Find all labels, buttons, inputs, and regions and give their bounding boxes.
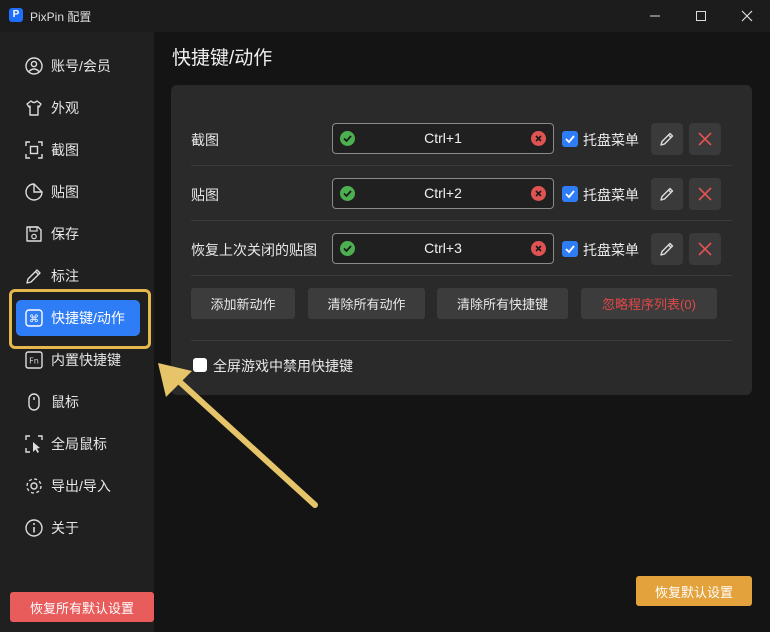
add-action-button[interactable]: 添加新动作 bbox=[191, 288, 295, 319]
sticker-icon bbox=[24, 182, 44, 202]
check-circle-icon bbox=[340, 186, 355, 201]
close-button[interactable] bbox=[724, 0, 770, 32]
screenshot-icon bbox=[24, 140, 44, 160]
edit-button[interactable] bbox=[651, 178, 683, 210]
tray-menu-label: 托盘菜单 bbox=[583, 187, 639, 203]
close-icon bbox=[698, 132, 712, 146]
shortcut-key-field[interactable]: Ctrl+3 bbox=[332, 233, 554, 264]
clear-icon[interactable] bbox=[531, 241, 546, 256]
row-divider bbox=[191, 275, 732, 276]
window-title: PixPin 配置 bbox=[30, 10, 92, 24]
highlight-box bbox=[9, 289, 151, 349]
shortcuts-panel: 截图 Ctrl+1 托盘菜单 贴图 Ctrl+2 托盘菜单 恢复上次关闭的贴图 … bbox=[171, 85, 752, 395]
sidebar-item-about[interactable]: 关于 bbox=[16, 510, 140, 546]
app-logo-icon: P bbox=[9, 8, 23, 22]
delete-button[interactable] bbox=[689, 233, 721, 265]
fn-key-icon: Fn bbox=[24, 350, 44, 370]
sidebar-item-label: 导出/导入 bbox=[51, 478, 111, 494]
close-icon bbox=[698, 187, 712, 201]
page-title: 快捷键/动作 bbox=[172, 48, 273, 69]
row-divider bbox=[191, 340, 732, 341]
shortcut-key-field[interactable]: Ctrl+2 bbox=[332, 178, 554, 209]
sidebar-item-appearance[interactable]: 外观 bbox=[16, 90, 140, 126]
svg-text:Fn: Fn bbox=[29, 357, 39, 366]
sidebar-item-label: 全局鼠标 bbox=[51, 436, 107, 452]
tray-menu-checkbox[interactable] bbox=[562, 241, 578, 257]
info-icon bbox=[24, 518, 44, 538]
gear-icon bbox=[24, 476, 44, 496]
delete-button[interactable] bbox=[689, 178, 721, 210]
shortcut-key-value: Ctrl+1 bbox=[424, 130, 462, 146]
reset-all-button[interactable]: 恢复所有默认设置 bbox=[10, 592, 154, 622]
sidebar-item-label: 关于 bbox=[51, 520, 79, 536]
sidebar-item-label: 内置快捷键 bbox=[51, 352, 121, 368]
tray-menu-label: 托盘菜单 bbox=[583, 242, 639, 258]
sidebar-item-screenshot[interactable]: 截图 bbox=[16, 132, 140, 168]
sidebar-item-account[interactable]: 账号/会员 bbox=[16, 48, 140, 84]
shortcut-key-field[interactable]: Ctrl+1 bbox=[332, 123, 554, 154]
tray-menu-checkbox[interactable] bbox=[562, 186, 578, 202]
close-icon bbox=[741, 10, 753, 22]
title-bar: P PixPin 配置 bbox=[0, 0, 770, 32]
sidebar-item-label: 账号/会员 bbox=[51, 58, 111, 74]
shortcut-key-value: Ctrl+2 bbox=[424, 185, 462, 201]
main-content: 快捷键/动作 截图 Ctrl+1 托盘菜单 贴图 Ctrl+2 托盘菜单 恢复上… bbox=[154, 32, 770, 632]
save-icon bbox=[24, 224, 44, 244]
clear-icon[interactable] bbox=[531, 131, 546, 146]
annotation-arrow bbox=[158, 363, 318, 508]
sidebar-item-label: 贴图 bbox=[51, 184, 79, 200]
edit-button[interactable] bbox=[651, 233, 683, 265]
tray-menu-checkbox[interactable] bbox=[562, 131, 578, 147]
sidebar-item-global-mouse[interactable]: 全局鼠标 bbox=[16, 426, 140, 462]
sidebar-item-label: 截图 bbox=[51, 142, 79, 158]
pencil-icon bbox=[660, 242, 674, 256]
sidebar-item-mouse[interactable]: 鼠标 bbox=[16, 384, 140, 420]
pencil-icon bbox=[24, 266, 44, 286]
tray-menu-label: 托盘菜单 bbox=[583, 132, 639, 148]
row-divider bbox=[191, 220, 732, 221]
ignore-list-button[interactable]: 忽略程序列表(0) bbox=[581, 288, 717, 319]
maximize-icon bbox=[696, 11, 706, 21]
shortcut-label: 恢复上次关闭的贴图 bbox=[191, 242, 317, 258]
minimize-icon bbox=[650, 15, 660, 17]
reset-default-button[interactable]: 恢复默认设置 bbox=[636, 576, 752, 606]
mouse-icon bbox=[24, 392, 44, 412]
sidebar-item-pin[interactable]: 贴图 bbox=[16, 174, 140, 210]
sidebar-item-save[interactable]: 保存 bbox=[16, 216, 140, 252]
check-circle-icon bbox=[340, 131, 355, 146]
shortcut-label: 截图 bbox=[191, 132, 219, 148]
sidebar-item-label: 外观 bbox=[51, 100, 79, 116]
close-icon bbox=[698, 242, 712, 256]
shirt-icon bbox=[24, 98, 44, 118]
delete-button[interactable] bbox=[689, 123, 721, 155]
sidebar-item-export-import[interactable]: 导出/导入 bbox=[16, 468, 140, 504]
sidebar-item-label: 保存 bbox=[51, 226, 79, 242]
maximize-button[interactable] bbox=[678, 0, 724, 32]
pencil-icon bbox=[660, 187, 674, 201]
sidebar-item-label: 标注 bbox=[51, 268, 79, 284]
user-icon bbox=[24, 56, 44, 76]
edit-button[interactable] bbox=[651, 123, 683, 155]
shortcut-key-value: Ctrl+3 bbox=[424, 240, 462, 256]
clear-actions-button[interactable]: 清除所有动作 bbox=[308, 288, 425, 319]
clear-shortcuts-button[interactable]: 清除所有快捷键 bbox=[437, 288, 568, 319]
clear-icon[interactable] bbox=[531, 186, 546, 201]
row-divider bbox=[191, 165, 732, 166]
check-circle-icon bbox=[340, 241, 355, 256]
cursor-icon bbox=[24, 434, 44, 454]
pencil-icon bbox=[660, 132, 674, 146]
sidebar-item-label: 鼠标 bbox=[51, 394, 79, 410]
shortcut-label: 贴图 bbox=[191, 187, 219, 203]
minimize-button[interactable] bbox=[632, 0, 678, 32]
